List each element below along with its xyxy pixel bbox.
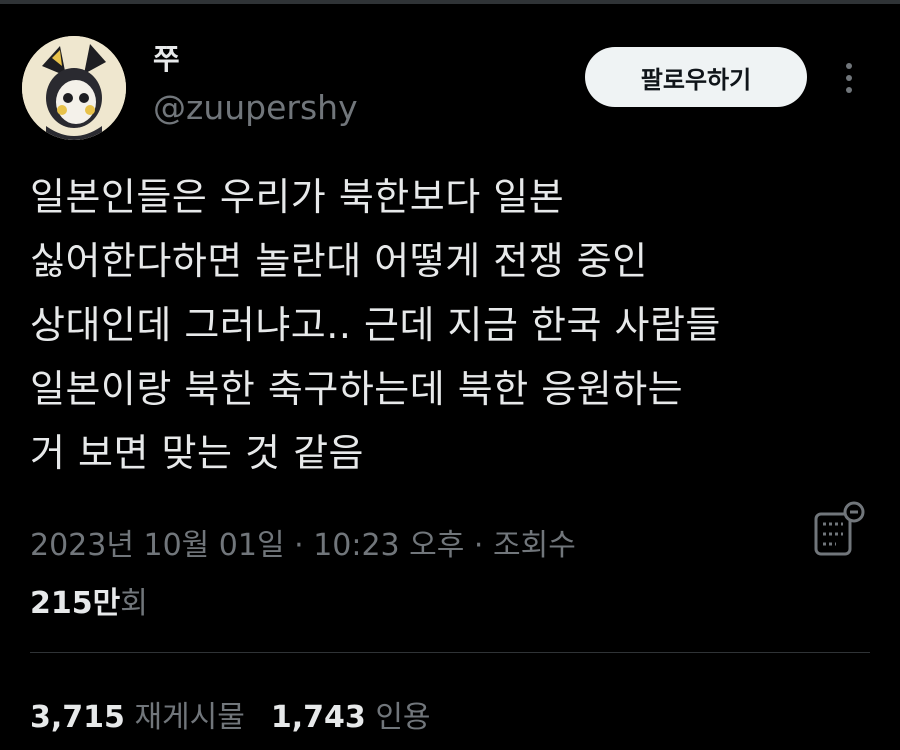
tweet-line: 거 보면 맞는 것 같음	[30, 431, 364, 475]
reposts-count: 3,715	[30, 700, 125, 735]
user-handle[interactable]: @zuupershy	[153, 88, 358, 127]
quotes-count: 1,743	[270, 700, 366, 735]
analytics-list-icon	[814, 501, 865, 556]
reposts-label: 재게시물	[134, 700, 245, 735]
reposts-stat[interactable]: 3,715 재게시물	[30, 700, 245, 735]
views-number: 215만	[30, 586, 121, 621]
more-dots-icon	[846, 75, 852, 81]
engagement-stats: 3,715 재게시물 1,743 인용	[30, 692, 431, 736]
tweet-date[interactable]: 2023년 10월 01일	[30, 528, 285, 563]
tweet-metadata: 2023년 10월 01일 · 10:23 오후 · 조회수	[30, 520, 576, 564]
display-name[interactable]: 쭈	[153, 36, 180, 78]
views-count: 215만회	[30, 578, 148, 622]
section-divider	[30, 652, 870, 653]
tweet-text: 일본인들은 우리가 북한보다 일본 싫어한다하면 놀란대 어떻게 전쟁 중인 상…	[30, 165, 870, 485]
follow-button[interactable]: 팔로우하기	[585, 47, 807, 107]
tweet-line: 일본인들은 우리가 북한보다 일본	[30, 175, 565, 219]
more-dots-icon	[846, 63, 852, 69]
analytics-button[interactable]	[808, 500, 870, 562]
avatar-character-icon	[22, 36, 126, 140]
top-divider	[0, 0, 900, 4]
tweet-line: 상대인데 그러냐고.. 근데 지금 한국 사람들	[30, 303, 721, 347]
views-unit: 회	[120, 586, 148, 621]
views-label: 조회수	[493, 528, 576, 563]
quotes-label: 인용	[375, 700, 431, 735]
quotes-stat[interactable]: 1,743 인용	[271, 700, 431, 735]
tweet-line: 일본이랑 북한 축구하는데 북한 응원하는	[30, 367, 684, 411]
meta-separator: ·	[464, 528, 493, 563]
more-options-button[interactable]	[834, 55, 864, 101]
avatar[interactable]	[22, 36, 126, 140]
tweet-line: 싫어한다하면 놀란대 어떻게 전쟁 중인	[30, 239, 648, 283]
more-dots-icon	[846, 87, 852, 93]
tweet-time[interactable]: 10:23 오후	[313, 528, 464, 563]
meta-separator: ·	[284, 528, 314, 563]
